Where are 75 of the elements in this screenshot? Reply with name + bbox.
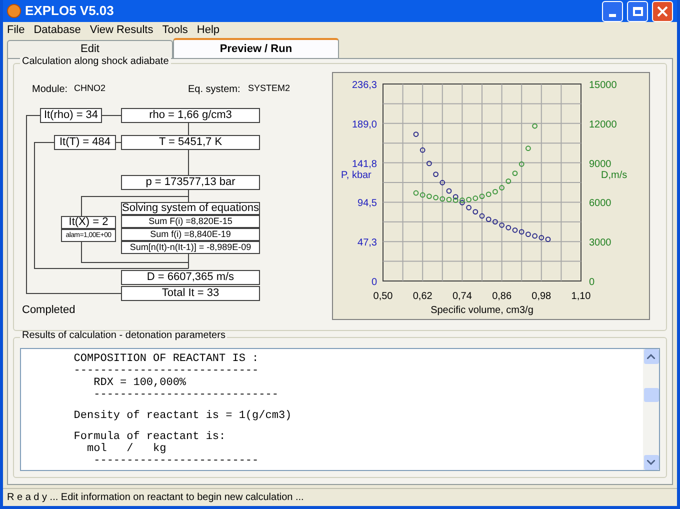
module-label: Module: [32,83,68,97]
status-bar-text: R e a d y ... Edit information on reactant to begin new calculation ... [7,491,304,505]
result-line: Formula of reactant is: [72,431,226,443]
group-title: Results of calculation - detonation parameters [20,331,228,341]
eq-system-value: SYSTEM2 [248,82,290,95]
iteration-box: It(X) = 2 [61,216,116,229]
y-tick-label: 236,3 [352,80,377,91]
value-box: rho = 1,66 g/cm3 [121,108,260,123]
table-cell: Sum f(i) =8,840E-19 [121,228,260,241]
scrollbar[interactable] [643,349,659,470]
scroll-thumb[interactable] [644,388,658,402]
data-point [518,161,524,167]
result-line: ------------------------- [92,455,259,467]
data-point [512,170,518,176]
table-cell: Solving system of equations [121,202,260,215]
x-tick-label: 1,10 [571,291,591,302]
y2-tick-label: 12000 [589,119,617,130]
table-cell: Sum F(i) =8,820E-15 [121,215,260,228]
data-point [532,123,538,129]
scroll-up-button[interactable] [644,349,658,364]
data-point [526,146,531,152]
result-line: COMPOSITION OF REACTANT IS : [72,353,259,365]
data-point [420,147,426,153]
x-tick-label: 0,62 [412,291,432,302]
data-point [433,172,438,177]
result-line: mol / kg [86,443,166,455]
status-text: Completed [22,303,76,318]
menu-item[interactable]: Database [34,22,81,38]
x-tick-label: 0,98 [532,291,552,302]
value-box: Total It = 33 [121,286,260,301]
result-line: RDX = 100,000% [92,377,186,389]
y-axis-label: P, kbar [341,170,372,181]
tab[interactable]: Edit [7,40,173,58]
value-box: D = 6607,365 m/s [121,270,260,285]
iteration-box: It(rho) = 34 [40,108,102,123]
minimize-button[interactable] [602,0,623,22]
window-title: EXPLO5 V5.03 [25,2,115,20]
result-line: Density of reactant is = 1(g/cm3) [72,410,292,422]
y2-tick-label: 6000 [589,198,612,210]
y-tick-label: 94,5 [358,198,377,210]
result-line: ---------------------------- [92,389,278,401]
module-value: CHNO2 [74,82,106,95]
scroll-down-button[interactable] [644,455,658,470]
menu-item[interactable]: Help [196,22,220,38]
maximize-button[interactable] [627,0,648,22]
x-tick-label: 0,74 [452,291,472,302]
y-tick-label: 47,3 [358,238,377,249]
y2-tick-label: 15000 [589,80,617,91]
close-icon [657,6,668,16]
y-tick-label: 189,0 [352,119,377,130]
y2-tick-label: 9000 [589,158,612,170]
eq-system-label: Eq. system: [188,83,240,97]
x-axis-label: Specific volume, cm3/g [430,305,534,316]
y-tick-label: 141,8 [352,158,377,170]
result-line: ---------------------------- [72,365,259,377]
close-button[interactable] [652,0,673,22]
data-point [413,132,419,137]
y2-tick-label: 0 [589,277,595,288]
iteration-box: It(T) = 484 [54,135,116,150]
x-tick-label: 0,86 [492,291,512,302]
table-cell: Sum[n(It)-n(It-1)] = -8,989E-09 [121,241,260,254]
value-box: p = 173577,13 bar [121,175,260,190]
group-title: Calculation along shock adiabate [20,57,171,67]
app-icon [7,4,21,18]
value-box: T = 5451,7 K [121,135,260,150]
menu-item[interactable]: Tools [162,22,188,38]
y-tick-label: 0 [371,277,377,288]
y2-tick-label: 3000 [589,238,612,249]
x-tick-label: 0,50 [373,291,393,302]
menu-item[interactable]: File [7,22,25,38]
y2-axis-label: D,m/s [601,170,628,181]
menu-item[interactable]: View Results [90,22,154,38]
data-point [426,160,432,166]
tab[interactable]: Preview / Run [173,38,339,58]
data-point [440,180,446,186]
